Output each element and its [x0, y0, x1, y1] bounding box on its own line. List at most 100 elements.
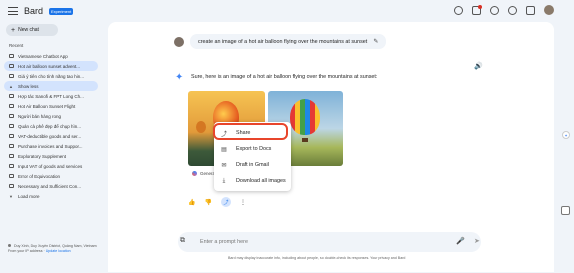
docs-icon: ▤ [221, 146, 227, 153]
location-text: Duy Xinh, Duy Xuyên District, Quảng Nam,… [14, 244, 97, 248]
apps-grid-icon[interactable] [526, 5, 535, 15]
recent-item-label: Input VAT of goods and services [18, 163, 83, 169]
recent-item-label: Necessary and Sufficient Con... [18, 183, 81, 189]
response-actions: 👍 👎 ⤴ ⋮ [188, 197, 246, 207]
chat-icon [9, 54, 14, 58]
recent-item[interactable]: Hot Air Balloon Sunset Flight [4, 101, 98, 111]
user-prompt-row: create an image of a hot air balloon fly… [174, 34, 387, 49]
menu-draft-gmail[interactable]: ✉ Draft in Gmail [214, 157, 291, 173]
gmail-icon: ✉ [221, 162, 227, 169]
user-avatar [174, 36, 184, 47]
chat-icon [9, 174, 14, 178]
upload-image-icon[interactable]: ⧉ [180, 237, 185, 245]
recent-item-label: Hot Air Balloon Sunset Flight [18, 103, 76, 109]
more-options-icon[interactable]: ⋮ [240, 199, 246, 206]
bard-app: Bard Experiment + New chat Recent Vietna… [0, 0, 574, 273]
side-panel-icon[interactable] [561, 206, 570, 215]
recent-item[interactable]: Input VAT of goods and services [4, 161, 98, 171]
recent-item-label: Giá ý tiên cho tính năng tao hin... [18, 73, 85, 79]
menu-draft-gmail-label: Draft in Gmail [236, 162, 269, 168]
share-icon[interactable]: ⤴ [220, 197, 231, 207]
small-balloon-shape [196, 121, 206, 133]
recent-item-label: Hợp tác Sanofi & FPT Long Ch... [18, 93, 84, 99]
side-sparkle-icon[interactable]: ✦ [562, 131, 570, 139]
new-chat-label: New chat [18, 27, 39, 33]
load-more-button[interactable]: ▼ Load more [4, 191, 98, 201]
show-less-label: Show less [18, 83, 39, 89]
chevron-up-icon: ▲ [9, 83, 13, 89]
plus-icon: + [11, 26, 16, 34]
prompt-input[interactable] [188, 232, 480, 252]
recent-item-label: Error of Equivocation [18, 173, 61, 179]
recent-item-label: Hot air balloon sunset advent... [18, 63, 81, 69]
recent-item-label: Purchase invoices and Suppor... [18, 143, 83, 149]
gemini-icon [192, 171, 197, 176]
recent-label: Recent [9, 43, 24, 48]
recent-item[interactable]: Quán cà phê đẹp để chụp hìn... [4, 121, 98, 131]
chat-icon [9, 114, 14, 118]
help-icon[interactable] [490, 5, 499, 15]
bard-sparkle-icon: ✦ [175, 72, 184, 83]
recent-item-label: Người bán hàng rong [18, 113, 61, 119]
brand-bar: Bard Experiment [8, 6, 74, 16]
thumbs-down-icon[interactable]: 👎 [204, 199, 211, 206]
menu-export-docs[interactable]: ▤ Export to Docs [214, 141, 291, 157]
recent-item-label: Vietnamese Chatbot App [18, 53, 68, 59]
chat-icon [9, 94, 14, 98]
chevron-down-icon: ▼ [9, 193, 13, 199]
recent-item[interactable]: Người bán hàng rong [4, 111, 98, 121]
show-less-button[interactable]: ▲ Show less [4, 81, 98, 91]
chat-icon [9, 124, 14, 128]
menu-share[interactable]: ⤴ Share [214, 125, 291, 141]
chat-icon [9, 184, 14, 188]
location-info: Duy Xinh, Duy Xuyên District, Quảng Nam,… [8, 244, 97, 253]
sidebar: Bard Experiment + New chat Recent Vietna… [0, 0, 100, 273]
thumbs-up-icon[interactable]: 👍 [188, 199, 195, 206]
share-icon: ⤴ [220, 131, 227, 138]
chat-icon [9, 154, 14, 158]
history-icon[interactable] [454, 5, 463, 15]
recent-item[interactable]: VAT-deductible goods and ser... [4, 131, 98, 141]
microphone-icon[interactable]: 🎤 [456, 237, 465, 245]
recent-item[interactable]: Exploratory Supplement [4, 151, 98, 161]
settings-gear-icon[interactable] [508, 5, 517, 15]
recent-item-active[interactable]: Hot air balloon sunset advent... [4, 61, 98, 71]
recent-item[interactable]: Error of Equivocation [4, 171, 98, 181]
recent-item-label: Exploratory Supplement [18, 153, 67, 159]
download-icon: ⤓ [222, 177, 226, 184]
edit-pencil-icon[interactable]: ✎ [373, 38, 378, 45]
recent-list: Vietnamese Chatbot App Hot air balloon s… [4, 51, 98, 201]
recent-item[interactable]: Vietnamese Chatbot App [4, 51, 98, 61]
menu-export-docs-label: Export to Docs [236, 146, 272, 152]
recent-item[interactable]: Necessary and Sufficient Con... [4, 181, 98, 191]
balloon-shape [290, 99, 320, 135]
recent-item[interactable]: Hợp tác Sanofi & FPT Long Ch... [4, 91, 98, 101]
share-export-menu: ⤴ Share ▤ Export to Docs ✉ Draft in Gmai… [214, 122, 291, 191]
chat-icon [9, 104, 14, 108]
recent-item[interactable]: Purchase invoices and Suppor... [4, 141, 98, 151]
disclaimer-text: Bard may display inaccurate info, includ… [228, 256, 406, 260]
load-more-label: Load more [18, 193, 40, 199]
menu-download-images-label: Download all images [236, 178, 286, 184]
recent-item-label: VAT-deductible goods and ser... [18, 133, 82, 139]
recent-item-label: Quán cà phê đẹp để chụp hìn... [18, 123, 82, 129]
send-icon[interactable]: ➤ [474, 237, 480, 245]
new-chat-button[interactable]: + New chat [6, 24, 58, 36]
recent-item[interactable]: Giá ý tiên cho tính năng tao hin... [4, 71, 98, 81]
account-avatar[interactable] [544, 5, 554, 15]
top-toolbar [454, 4, 554, 15]
chat-icon [9, 74, 14, 78]
update-location-link[interactable]: Update location [46, 249, 71, 253]
response-text: Sure, here is an image of a hot air ball… [191, 74, 378, 80]
hamburger-menu-icon[interactable] [8, 7, 18, 15]
chat-icon [9, 134, 14, 138]
prompt-text: create an image of a hot air balloon fly… [198, 38, 368, 45]
basket-shape [302, 138, 308, 142]
chat-icon [9, 164, 14, 168]
location-source: From your IP address [8, 249, 43, 253]
app-name: Bard [24, 6, 44, 16]
speaker-icon[interactable]: 🔊 [474, 62, 483, 70]
extensions-icon[interactable] [472, 4, 482, 15]
location-dot-icon [8, 244, 11, 247]
menu-download-images[interactable]: ⤓ Download all images [214, 173, 291, 189]
